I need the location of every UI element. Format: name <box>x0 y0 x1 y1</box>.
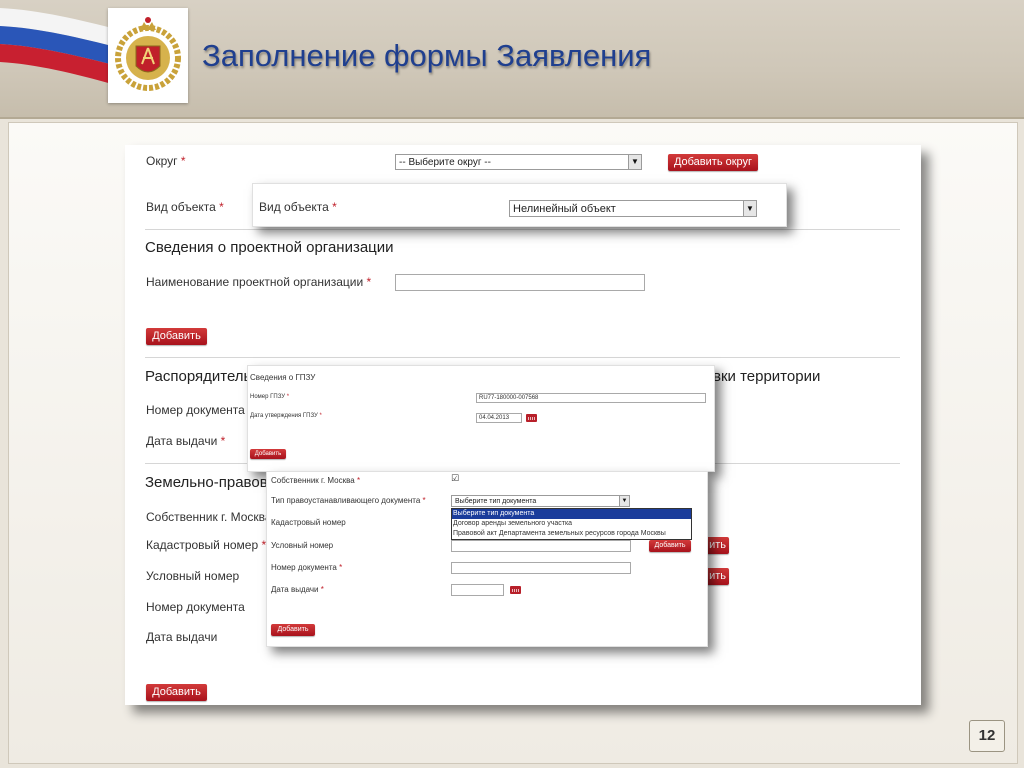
calendar-icon[interactable] <box>510 586 521 594</box>
project-org-section-title: Сведения о проектной организации <box>145 239 394 256</box>
issue-date-label: Дата выдачи * <box>146 434 226 448</box>
add-okrug-button[interactable]: Добавить округ <box>668 154 758 171</box>
add-land-button[interactable]: Добавить <box>146 684 207 701</box>
object-type-select[interactable]: Нелинейный объект ▼ <box>509 200 757 217</box>
popup-add-button[interactable]: Добавить <box>271 624 315 636</box>
moscow-coat-of-arms-logo <box>108 8 188 103</box>
add-project-org-button[interactable]: Добавить <box>146 328 207 345</box>
popup-doc-number-input[interactable] <box>451 562 631 574</box>
chevron-down-icon: ▼ <box>628 155 641 169</box>
popup-owner-label: Собственник г. Москва * <box>271 476 361 485</box>
gpzu-number-label: Номер ГПЗУ * <box>250 394 290 400</box>
divider <box>145 357 900 358</box>
popup-cadastral-label: Кадастровый номер <box>271 518 346 527</box>
popup-add-conditional-button[interactable]: Добавить <box>649 540 691 552</box>
distributive-section-title: Распорядитель <box>145 368 252 385</box>
slide-title: Заполнение формы Заявления <box>202 38 652 73</box>
popup-issue-date-label: Дата выдачи * <box>271 585 324 594</box>
page-number: 12 <box>969 720 1005 752</box>
popup-doc-number-label: Номер документа * <box>271 563 343 572</box>
popup-conditional-input[interactable] <box>451 540 631 552</box>
land-section-title: Земельно-правов <box>145 474 268 491</box>
popup-conditional-label: Условный номер <box>271 541 334 550</box>
dropdown-option[interactable]: Договор аренды земельного участка <box>452 519 691 529</box>
cadastral-label: Кадастровый номер * <box>146 538 267 552</box>
project-org-name-input[interactable] <box>395 274 645 291</box>
doc-type-label: Тип правоустанавливающего документа * <box>271 496 426 505</box>
gpzu-date-label: Дата утверждения ГПЗУ * <box>250 413 322 419</box>
object-type-label: Вид объекта * <box>146 200 224 214</box>
owner-checkbox[interactable]: ☑ <box>451 473 459 484</box>
doc-number-label: Номер документа <box>146 403 245 417</box>
issue-date-label-2: Дата выдачи <box>146 630 218 644</box>
popup-object-type-label: Вид объекта * <box>259 200 337 214</box>
okrug-select[interactable]: -- Выберите округ -- ▼ <box>395 154 642 170</box>
calendar-icon[interactable] <box>526 414 537 422</box>
gpzu-date-input[interactable]: 04.04.2013 <box>476 413 522 423</box>
doc-type-select[interactable]: Выберите тип документа ▼ <box>451 495 630 507</box>
conditional-number-label: Условный номер <box>146 569 240 583</box>
divider <box>145 229 900 230</box>
territory-section-title-tail: вки территории <box>713 368 821 385</box>
gpzu-popup-title: Сведения о ГПЗУ <box>250 373 316 382</box>
gpzu-number-input[interactable]: RU77-180000-007568 <box>476 393 706 403</box>
dropdown-option[interactable]: Правовой акт Департамента земельных ресу… <box>452 529 691 539</box>
doc-number-label-2: Номер документа <box>146 600 245 614</box>
doc-type-dropdown-list: Выберите тип документа Договор аренды зе… <box>451 508 692 540</box>
popup-issue-date-input[interactable] <box>451 584 504 596</box>
owner-label: Собственник г. Москва <box>146 510 272 524</box>
gpzu-add-button[interactable]: Добавить <box>250 449 286 459</box>
slide-header: Заполнение формы Заявления <box>0 0 1024 119</box>
chevron-down-icon: ▼ <box>619 496 629 506</box>
dropdown-option[interactable]: Выберите тип документа <box>452 509 691 519</box>
okrug-label: Округ * <box>146 154 186 168</box>
chevron-down-icon: ▼ <box>743 201 756 216</box>
project-org-name-label: Наименование проектной организации * <box>146 275 372 289</box>
